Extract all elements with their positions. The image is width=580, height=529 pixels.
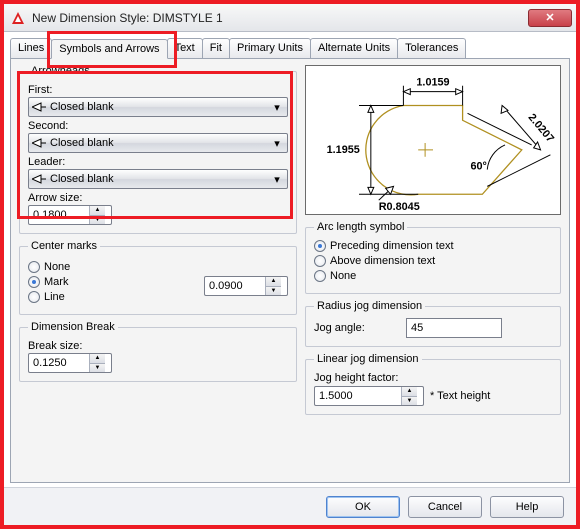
- arrowheads-legend: Arrowheads: [28, 65, 93, 77]
- first-arrow-combo[interactable]: Closed blank ▾: [28, 97, 288, 117]
- closed-blank-arrow-icon: [32, 102, 46, 112]
- tab-fit[interactable]: Fit: [202, 38, 230, 58]
- break-size-label: Break size:: [28, 340, 288, 352]
- arrow-size-input[interactable]: [29, 206, 89, 224]
- arc-length-legend: Arc length symbol: [314, 221, 407, 233]
- center-mark-radio[interactable]: Mark: [28, 276, 198, 288]
- cancel-button[interactable]: Cancel: [408, 496, 482, 518]
- chevron-down-icon: ▾: [270, 101, 284, 114]
- arc-length-group: Arc length symbol Preceding dimension te…: [305, 221, 561, 294]
- spin-down-icon[interactable]: ▼: [90, 363, 105, 373]
- linear-jog-group: Linear jog dimension Jog height factor: …: [305, 353, 561, 415]
- closed-blank-arrow-icon: [32, 138, 46, 148]
- preview-dim-top: 1.0159: [416, 77, 449, 89]
- tab-panel: Arrowheads First: Closed blank ▾ Second:…: [10, 58, 570, 483]
- center-marks-legend: Center marks: [28, 240, 100, 252]
- second-arrow-combo[interactable]: Closed blank ▾: [28, 133, 288, 153]
- arrowheads-group: Arrowheads First: Closed blank ▾ Second:…: [19, 65, 297, 234]
- spin-down-icon[interactable]: ▼: [402, 396, 417, 406]
- title-bar: New Dimension Style: DIMSTYLE 1 ✕: [4, 4, 576, 32]
- linear-jog-legend: Linear jog dimension: [314, 353, 422, 365]
- leader-arrow-value: Closed blank: [50, 173, 270, 185]
- first-arrow-value: Closed blank: [50, 101, 270, 113]
- second-arrow-value: Closed blank: [50, 137, 270, 149]
- center-line-radio[interactable]: Line: [28, 291, 198, 303]
- tab-tolerances[interactable]: Tolerances: [397, 38, 466, 58]
- jog-height-suffix: * Text height: [430, 390, 490, 402]
- center-marks-group: Center marks None Mark Line ▲▼: [19, 240, 297, 315]
- preview-angle: 60°: [470, 161, 486, 173]
- radius-jog-group: Radius jog dimension Jog angle:: [305, 300, 561, 347]
- jog-height-input[interactable]: [315, 387, 401, 405]
- dialog-footer: OK Cancel Help: [4, 487, 576, 525]
- dimension-preview: 1.0159 1.1955: [305, 65, 561, 215]
- help-button[interactable]: Help: [490, 496, 564, 518]
- leader-arrow-combo[interactable]: Closed blank ▾: [28, 169, 288, 189]
- first-label: First:: [28, 84, 288, 96]
- dimension-break-group: Dimension Break Break size: ▲▼: [19, 321, 297, 382]
- arrow-size-label: Arrow size:: [28, 192, 288, 204]
- center-mark-size-spin[interactable]: ▲▼: [204, 276, 288, 296]
- chevron-down-icon: ▾: [270, 173, 284, 186]
- dimension-break-legend: Dimension Break: [28, 321, 118, 333]
- tab-alternate-units[interactable]: Alternate Units: [310, 38, 398, 58]
- preview-radius: R0.8045: [379, 201, 420, 213]
- jog-angle-label: Jog angle:: [314, 322, 400, 334]
- spin-up-icon[interactable]: ▲: [90, 206, 105, 215]
- spin-up-icon[interactable]: ▲: [90, 354, 105, 363]
- closed-blank-arrow-icon: [32, 174, 46, 184]
- ok-button[interactable]: OK: [326, 496, 400, 518]
- break-size-input[interactable]: [29, 354, 89, 372]
- preview-dim-diag: 2.0207: [526, 112, 557, 145]
- tab-text[interactable]: Text: [167, 38, 203, 58]
- tab-symbols-arrows[interactable]: Symbols and Arrows: [51, 39, 167, 59]
- app-icon: [10, 10, 26, 26]
- tab-strip: Lines Symbols and Arrows Text Fit Primar…: [10, 38, 570, 58]
- break-size-spin[interactable]: ▲▼: [28, 353, 112, 373]
- spin-down-icon[interactable]: ▼: [90, 215, 105, 225]
- preview-dim-left: 1.1955: [327, 144, 360, 156]
- spin-up-icon[interactable]: ▲: [266, 277, 281, 286]
- jog-angle-input[interactable]: [406, 318, 502, 338]
- spin-down-icon[interactable]: ▼: [266, 286, 281, 296]
- tab-primary-units[interactable]: Primary Units: [229, 38, 311, 58]
- chevron-down-icon: ▾: [270, 137, 284, 150]
- close-icon: ✕: [545, 11, 554, 24]
- arrow-size-spin[interactable]: ▲▼: [28, 205, 112, 225]
- radius-jog-legend: Radius jog dimension: [314, 300, 425, 312]
- center-none-radio[interactable]: None: [28, 261, 198, 273]
- arc-preceding-radio[interactable]: Preceding dimension text: [314, 240, 552, 252]
- arc-none-radio[interactable]: None: [314, 270, 552, 282]
- leader-label: Leader:: [28, 156, 288, 168]
- second-label: Second:: [28, 120, 288, 132]
- arc-above-radio[interactable]: Above dimension text: [314, 255, 552, 267]
- spin-up-icon[interactable]: ▲: [402, 387, 417, 396]
- jog-height-spin[interactable]: ▲▼: [314, 386, 424, 406]
- window-frame-highlight: New Dimension Style: DIMSTYLE 1 ✕ Lines …: [0, 0, 580, 529]
- window-title: New Dimension Style: DIMSTYLE 1: [32, 11, 528, 25]
- close-button[interactable]: ✕: [528, 9, 572, 27]
- tab-lines[interactable]: Lines: [10, 38, 52, 58]
- center-mark-size-input[interactable]: [205, 277, 265, 295]
- jog-height-label: Jog height factor:: [314, 372, 552, 384]
